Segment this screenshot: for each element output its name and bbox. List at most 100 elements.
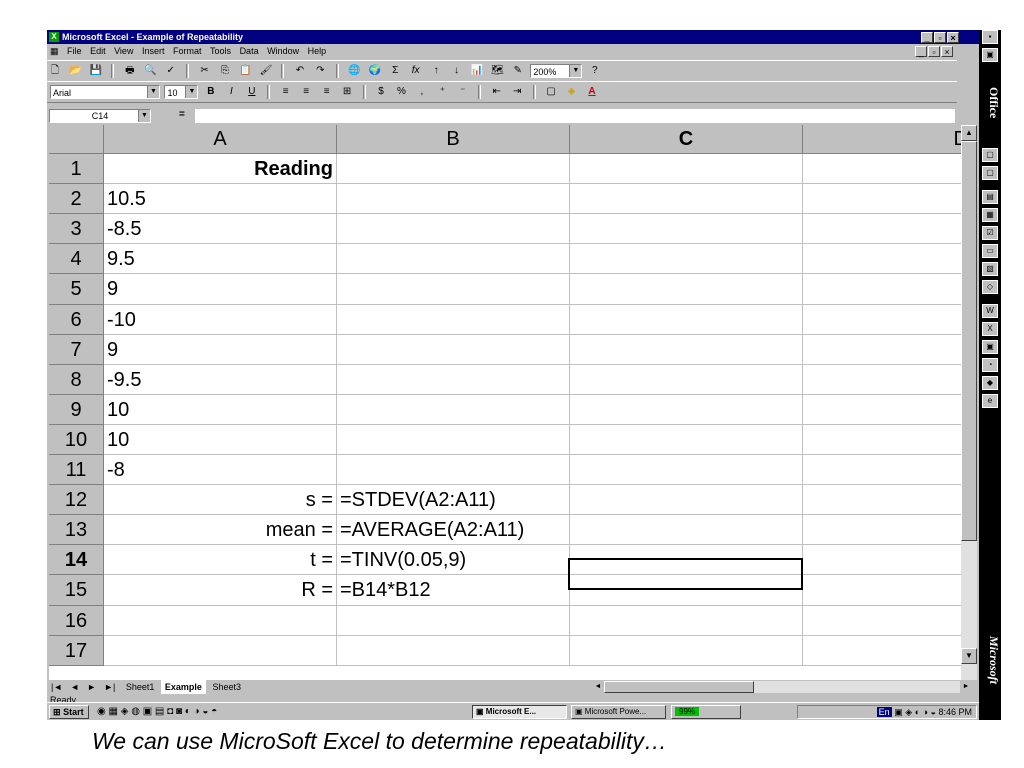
language-indicator[interactable]: En bbox=[876, 707, 892, 717]
row-header[interactable]: 4 bbox=[49, 244, 104, 274]
cell-a9[interactable]: 10 bbox=[104, 395, 337, 425]
increase-indent-icon[interactable]: ⇥ bbox=[510, 85, 524, 99]
scroll-down-icon[interactable]: ▼ bbox=[961, 648, 977, 664]
fill-color-icon[interactable]: ◈ bbox=[565, 85, 579, 99]
cell-c1[interactable] bbox=[570, 154, 803, 184]
cell-a10[interactable]: 10 bbox=[104, 425, 337, 455]
cell-d13[interactable] bbox=[803, 515, 961, 545]
new-document-icon[interactable]: ▢ bbox=[982, 148, 998, 162]
row-header[interactable]: 11 bbox=[49, 455, 104, 485]
cell-a6[interactable]: -10 bbox=[104, 305, 337, 335]
menu-tools[interactable]: Tools bbox=[207, 44, 234, 59]
name-box[interactable]: C14 ▼ bbox=[49, 109, 151, 123]
drawing-icon[interactable]: ✎ bbox=[511, 64, 525, 78]
borders-icon[interactable]: ▢ bbox=[544, 85, 558, 99]
select-all-corner[interactable] bbox=[49, 125, 104, 154]
web-toolbar-icon[interactable]: 🌍 bbox=[368, 64, 382, 78]
doc-close-button[interactable]: × bbox=[941, 46, 953, 57]
system-tray[interactable]: En ▣ ◈ ◐ ◑ ◒ 8:46 PM bbox=[797, 705, 977, 719]
menu-window[interactable]: Window bbox=[264, 44, 302, 59]
cell-a5[interactable]: 9 bbox=[104, 274, 337, 305]
restore-button[interactable]: ▫ bbox=[934, 32, 946, 43]
cell-d9[interactable] bbox=[803, 395, 961, 425]
align-right-icon[interactable]: ≡ bbox=[320, 85, 334, 99]
sort-descending-icon[interactable]: ↓ bbox=[450, 64, 464, 78]
font-color-icon[interactable]: A bbox=[585, 85, 599, 99]
access-icon[interactable]: ◆ bbox=[982, 376, 998, 390]
format-painter-icon[interactable]: 🖌 bbox=[259, 64, 273, 78]
column-header-c[interactable]: C bbox=[570, 125, 803, 154]
word-icon[interactable]: W bbox=[982, 304, 998, 318]
decrease-decimal-icon[interactable]: ⁻ bbox=[456, 85, 470, 99]
tab-sheet1[interactable]: Sheet1 bbox=[122, 680, 159, 694]
hyperlink-icon[interactable]: 🌐 bbox=[347, 64, 361, 78]
doc-restore-button[interactable]: ▫ bbox=[928, 46, 940, 57]
cell-a8[interactable]: -9.5 bbox=[104, 365, 337, 395]
cell-c13[interactable] bbox=[570, 515, 803, 545]
cell-d12[interactable] bbox=[803, 485, 961, 515]
tab-scroll-next-icon[interactable]: ► bbox=[83, 680, 100, 694]
scroll-left-icon[interactable]: ◄ bbox=[592, 681, 604, 693]
row-header[interactable]: 3 bbox=[49, 214, 104, 244]
doc-minimize-button[interactable]: _ bbox=[915, 46, 927, 57]
cell-b17[interactable] bbox=[337, 636, 570, 666]
chevron-down-icon[interactable]: ▼ bbox=[147, 86, 159, 98]
menu-view[interactable]: View bbox=[111, 44, 136, 59]
cell-b11[interactable] bbox=[337, 455, 570, 485]
cell-a16[interactable] bbox=[104, 606, 337, 636]
decrease-indent-icon[interactable]: ⇤ bbox=[490, 85, 504, 99]
menu-file[interactable]: File bbox=[64, 44, 85, 59]
menu-insert[interactable]: Insert bbox=[139, 44, 168, 59]
scroll-thumb[interactable] bbox=[961, 141, 977, 541]
formula-equals[interactable]: = bbox=[179, 109, 185, 120]
font-size-select[interactable]: 10 ▼ bbox=[164, 85, 199, 99]
open-document-icon[interactable]: ▢ bbox=[982, 166, 998, 180]
office-logo-icon[interactable]: ▣ bbox=[982, 48, 998, 62]
print-icon[interactable]: 🖶 bbox=[123, 64, 137, 78]
cell-b7[interactable] bbox=[337, 335, 570, 365]
row-header[interactable]: 10 bbox=[49, 425, 104, 455]
cell-d14[interactable] bbox=[803, 545, 961, 575]
new-message-icon[interactable]: ▤ bbox=[982, 190, 998, 204]
new-icon[interactable]: 🗋 bbox=[48, 64, 62, 78]
cell-b2[interactable] bbox=[337, 184, 570, 214]
increase-decimal-icon[interactable]: ⁺ bbox=[435, 85, 449, 99]
quick-launch-icons[interactable]: ◉ ▦ ◈ ◍ ▣ ▤ ◘ ◙ ◐ ◑ ◒ ◓ bbox=[97, 706, 217, 718]
italic-button[interactable]: I bbox=[224, 85, 238, 99]
sort-ascending-icon[interactable]: ↑ bbox=[429, 64, 443, 78]
task-powerpoint[interactable]: ▣ Microsoft Powe... bbox=[571, 705, 666, 719]
align-left-icon[interactable]: ≡ bbox=[279, 85, 293, 99]
new-task-icon[interactable]: ☑ bbox=[982, 226, 998, 240]
cell-c3[interactable] bbox=[570, 214, 803, 244]
office-assistant-icon[interactable]: ? bbox=[588, 64, 602, 78]
cell-d8[interactable] bbox=[803, 365, 961, 395]
cell-b14[interactable]: =TINV(0.05,9) bbox=[337, 545, 570, 575]
cell-a11[interactable]: -8 bbox=[104, 455, 337, 485]
bold-button[interactable]: B bbox=[204, 85, 218, 99]
cell-d4[interactable] bbox=[803, 244, 961, 274]
cut-icon[interactable]: ✂ bbox=[198, 64, 212, 78]
row-header[interactable]: 1 bbox=[49, 154, 104, 184]
tab-scroll-prev-icon[interactable]: ◄ bbox=[66, 680, 83, 694]
cell-c5[interactable] bbox=[570, 274, 803, 305]
row-header[interactable]: 16 bbox=[49, 606, 104, 636]
chevron-down-icon[interactable]: ▼ bbox=[138, 110, 150, 122]
menu-format[interactable]: Format bbox=[170, 44, 205, 59]
formula-input[interactable] bbox=[195, 109, 955, 123]
cell-d16[interactable] bbox=[803, 606, 961, 636]
internet-explorer-icon[interactable]: e bbox=[982, 394, 998, 408]
row-header[interactable]: 6 bbox=[49, 305, 104, 335]
copy-icon[interactable]: ⎘ bbox=[218, 64, 232, 78]
cell-c4[interactable] bbox=[570, 244, 803, 274]
cell-c17[interactable] bbox=[570, 636, 803, 666]
cell-a7[interactable]: 9 bbox=[104, 335, 337, 365]
new-contact-icon[interactable]: ▭ bbox=[982, 244, 998, 258]
cell-c6[interactable] bbox=[570, 305, 803, 335]
currency-button[interactable]: $ bbox=[374, 85, 388, 99]
cell-b3[interactable] bbox=[337, 214, 570, 244]
row-header[interactable]: 15 bbox=[49, 575, 104, 606]
cell-a3[interactable]: -8.5 bbox=[104, 214, 337, 244]
close-button[interactable]: × bbox=[947, 32, 959, 43]
cell-a2[interactable]: 10.5 bbox=[104, 184, 337, 214]
paste-icon[interactable]: 📋 bbox=[239, 64, 253, 78]
